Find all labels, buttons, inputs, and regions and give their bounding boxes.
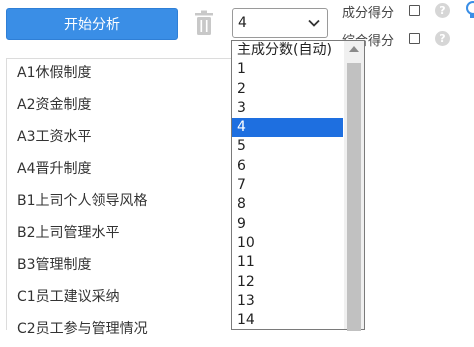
component-score-label: 成分得分 (342, 6, 395, 21)
component-count-dropdown[interactable]: 主成分数(自动) 1 2 3 4 5 6 7 8 9 10 11 12 13 1… (231, 40, 365, 331)
help-icon[interactable]: ? (435, 31, 450, 46)
dropdown-option[interactable]: 主成分数(自动) (232, 41, 343, 60)
dropdown-option-selected[interactable]: 4 (232, 118, 343, 138)
scroll-up-arrow-icon[interactable] (349, 46, 359, 52)
dropdown-option[interactable]: 12 (232, 273, 343, 292)
component-count-select[interactable]: 4 (232, 8, 328, 38)
lightbulb-icon[interactable] (464, 0, 474, 22)
dropdown-option[interactable]: 14 (232, 311, 343, 330)
dropdown-option[interactable]: 10 (232, 234, 343, 253)
scrollbar-thumb[interactable] (347, 63, 361, 331)
dropdown-option[interactable]: 13 (232, 292, 343, 311)
dropdown-option[interactable]: 1 (232, 60, 343, 79)
dropdown-option[interactable]: 6 (232, 157, 343, 176)
dropdown-option[interactable]: 11 (232, 253, 343, 272)
start-analysis-button[interactable]: 开始分析 (6, 8, 178, 40)
composite-score-checkbox[interactable] (409, 33, 420, 44)
dropdown-option[interactable]: 9 (232, 215, 343, 234)
help-icon[interactable]: ? (435, 3, 450, 18)
dropdown-option[interactable]: 8 (232, 195, 343, 214)
dropdown-option[interactable]: 2 (232, 80, 343, 99)
dropdown-scrollbar[interactable] (344, 41, 364, 331)
trash-icon[interactable] (193, 10, 215, 36)
select-value: 4 (238, 15, 247, 31)
dropdown-option[interactable]: 7 (232, 176, 343, 195)
dropdown-option[interactable]: 5 (232, 137, 343, 156)
dropdown-option[interactable]: 3 (232, 99, 343, 118)
chevron-down-icon (308, 19, 320, 27)
component-score-checkbox[interactable] (409, 5, 420, 16)
